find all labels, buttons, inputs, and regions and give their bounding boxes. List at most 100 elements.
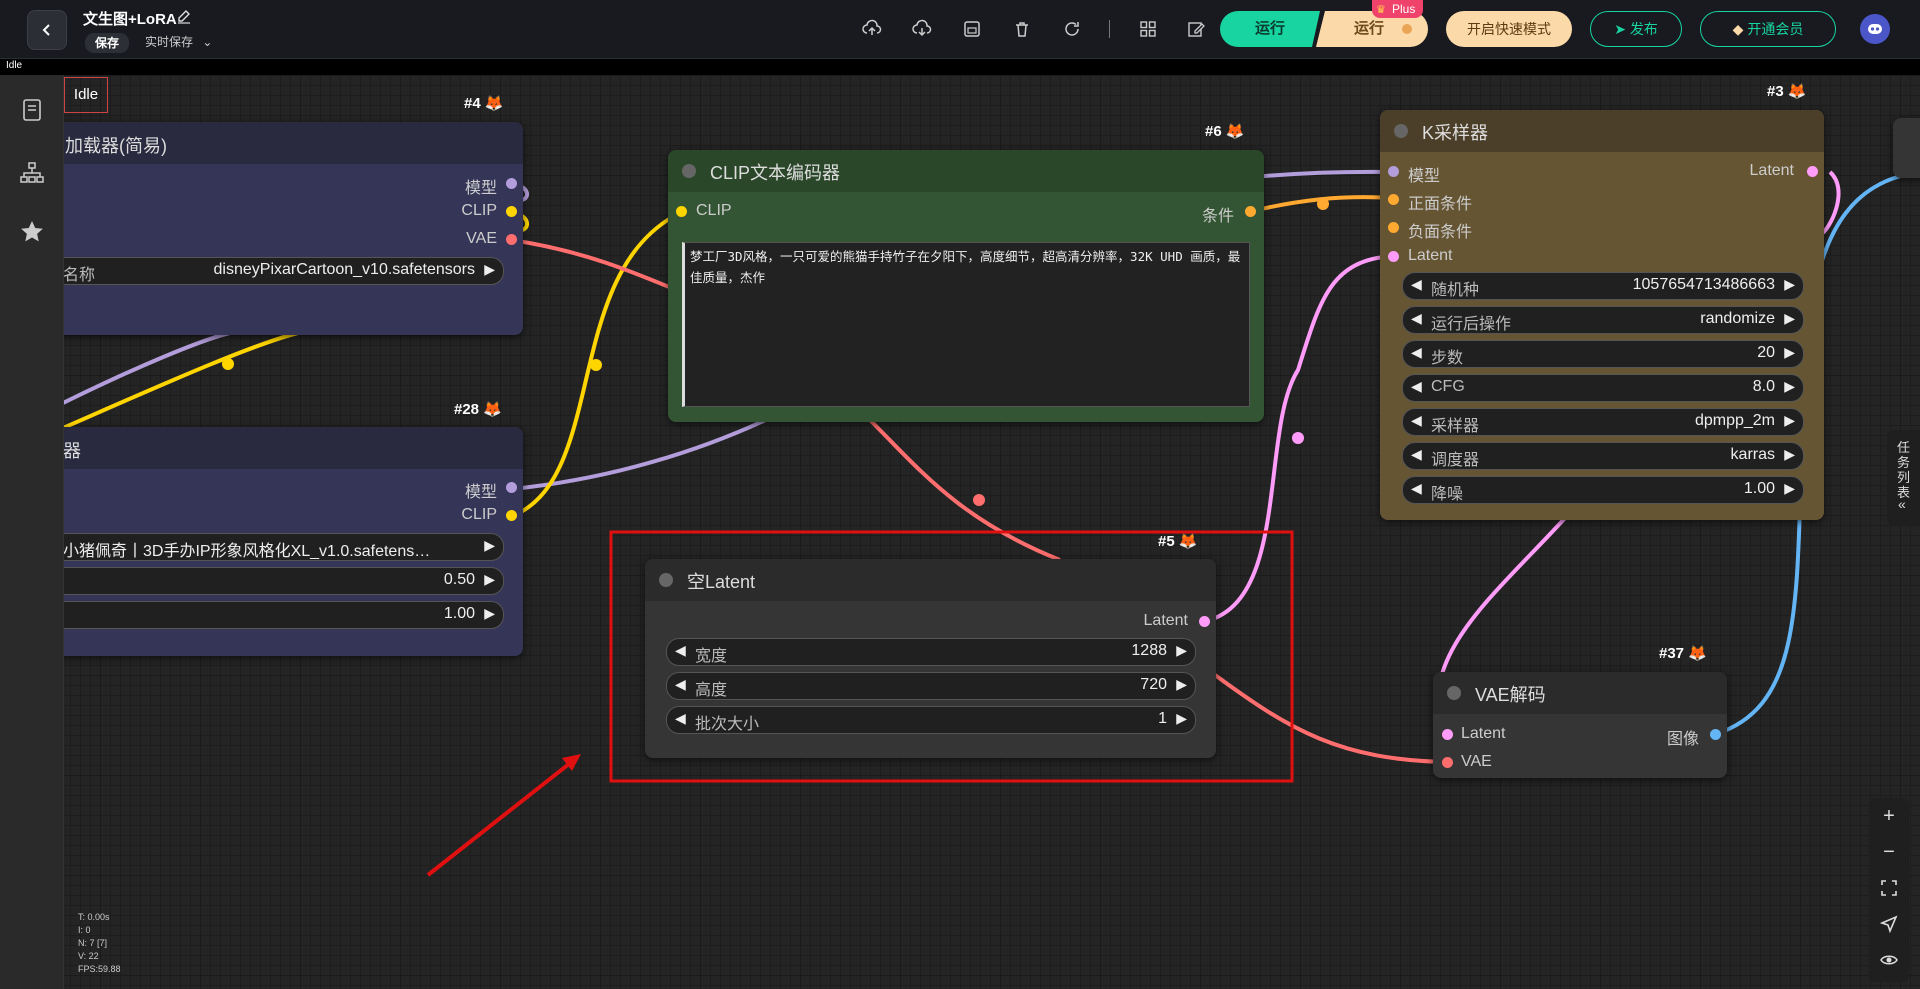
save-button[interactable]: 保存 (85, 33, 130, 53)
zoom-in-icon[interactable]: + (1879, 806, 1899, 826)
strength-model-widget[interactable]: 0.50 ▶ (40, 567, 504, 595)
membership-button[interactable]: ◆ 开通会员 (1700, 11, 1836, 47)
render-stats: T: 0.00s I: 0 N: 7 [7] V: 22 FPS:59.88 (78, 911, 121, 976)
upload-icon[interactable] (862, 19, 882, 39)
batch-size-widget[interactable]: ◀ 批次大小 1 ▶ (666, 706, 1196, 734)
arrow-left-icon[interactable]: ◀ (1411, 412, 1422, 429)
arrow-left-icon[interactable]: ◀ (675, 642, 686, 659)
input-latent-port[interactable] (1442, 729, 1453, 740)
fit-view-icon[interactable] (1879, 878, 1899, 898)
save-api-icon[interactable] (962, 19, 982, 39)
node-collapse-dot[interactable] (682, 164, 696, 178)
send-icon: ➤ (1614, 21, 1626, 37)
arrow-left-icon[interactable]: ◀ (1411, 378, 1422, 395)
edit-pencil-icon[interactable] (176, 8, 192, 24)
refresh-icon[interactable] (1062, 19, 1082, 39)
arrow-right-icon[interactable]: ▶ (484, 537, 495, 554)
zoom-out-icon[interactable]: − (1879, 842, 1899, 862)
node-collapse-dot[interactable] (1447, 686, 1461, 700)
avatar[interactable] (1860, 14, 1890, 44)
prompt-textarea[interactable]: 梦工厂3D风格，一只可爱的熊猫手持竹子在夕阳下，高度细节，超高清分辨率，32K … (682, 242, 1250, 407)
input-positive-port[interactable] (1388, 194, 1399, 205)
arrow-left-icon[interactable]: ◀ (1411, 344, 1422, 361)
arrow-left-icon[interactable]: ◀ (675, 676, 686, 693)
arrow-left-icon[interactable]: ◀ (1411, 446, 1422, 463)
node-offscreen-partial[interactable] (1893, 118, 1920, 178)
node-header[interactable] (30, 427, 523, 469)
arrow-right-icon[interactable]: ▶ (484, 605, 495, 622)
output-latent-port[interactable] (1807, 166, 1818, 177)
input-latent-port[interactable] (1388, 251, 1399, 262)
node-clip-text-encoder[interactable]: CLIP文本编码器 CLIP 条件 梦工厂3D风格，一只可爱的熊猫手持竹子在夕阳… (668, 150, 1264, 422)
arrow-right-icon[interactable]: ▶ (1784, 412, 1795, 429)
star-icon[interactable] (19, 219, 45, 245)
output-vae-port[interactable] (506, 234, 517, 245)
node-title: VAE解码 (1475, 685, 1546, 705)
arrow-left-icon[interactable]: ◀ (1411, 480, 1422, 497)
node-empty-latent[interactable]: 空Latent Latent ◀ 宽度 1288 ▶ ◀ 高度 720 ▶ ◀ … (645, 559, 1216, 758)
input-model-port[interactable] (1388, 166, 1399, 177)
arrow-right-icon[interactable]: ▶ (1784, 480, 1795, 497)
arrow-left-icon[interactable]: ◀ (1411, 276, 1422, 293)
output-model-port[interactable] (506, 178, 517, 189)
arrow-right-icon[interactable]: ▶ (1784, 310, 1795, 327)
steps-widget[interactable]: ◀ 步数 20 ▶ (1402, 340, 1804, 368)
locate-icon[interactable] (1879, 914, 1899, 934)
arrow-left-icon[interactable]: ◀ (675, 710, 686, 727)
arrow-right-icon[interactable]: ▶ (1784, 446, 1795, 463)
task-list-tab[interactable]: 任务列表 « (1887, 430, 1920, 525)
node-checkpoint-loader[interactable]: 加载器(简易) 模型 CLIP VAE 名称 disneyPixarCartoo… (30, 122, 523, 335)
input-vae-label: VAE (1461, 753, 1492, 770)
ckpt-name-widget[interactable]: 名称 disneyPixarCartoon_v10.safetensors ▶ (40, 257, 504, 285)
input-vae-port[interactable] (1442, 757, 1453, 768)
scheduler-widget[interactable]: ◀ 调度器 karras ▶ (1402, 442, 1804, 470)
grid-icon[interactable] (1138, 19, 1158, 39)
node-vae-decode[interactable]: VAE解码 Latent VAE 图像 (1433, 672, 1727, 778)
book-icon[interactable] (19, 97, 45, 123)
arrow-right-icon[interactable]: ▶ (1176, 710, 1187, 727)
arrow-right-icon[interactable]: ▶ (1784, 378, 1795, 395)
delete-icon[interactable] (1012, 19, 1032, 39)
widget-value: 0.50 (443, 571, 475, 588)
hierarchy-icon[interactable] (19, 160, 45, 186)
arrow-right-icon[interactable]: ▶ (1784, 276, 1795, 293)
lora-name-widget[interactable]: 小猪佩奇丨3D手办IP形象风格化XL_v1.0.safetens… ▶ (40, 533, 504, 561)
input-negative-port[interactable] (1388, 222, 1399, 233)
autosave-dropdown[interactable]: 实时保存 ⌄ (145, 33, 212, 51)
output-image-port[interactable] (1710, 729, 1721, 740)
arrow-right-icon[interactable]: ▶ (1176, 642, 1187, 659)
node-ksampler[interactable]: K采样器 模型 正面条件 负面条件 Latent Latent ◀ 随机种 10… (1380, 110, 1824, 520)
output-model-port[interactable] (506, 482, 517, 493)
arrow-right-icon[interactable]: ▶ (1784, 344, 1795, 361)
edit-note-icon[interactable] (1186, 19, 1206, 39)
height-widget[interactable]: ◀ 高度 720 ▶ (666, 672, 1196, 700)
arrow-right-icon[interactable]: ▶ (484, 571, 495, 588)
output-vae-label: VAE (466, 230, 497, 247)
output-clip-port[interactable] (506, 510, 517, 521)
arrow-right-icon[interactable]: ▶ (484, 261, 495, 278)
width-widget[interactable]: ◀ 宽度 1288 ▶ (666, 638, 1196, 666)
node-collapse-dot[interactable] (659, 573, 673, 587)
back-button[interactable] (27, 10, 67, 50)
denoise-widget[interactable]: ◀ 降噪 1.00 ▶ (1402, 476, 1804, 504)
chevron-down-icon: ⌄ (202, 35, 213, 49)
node-collapse-dot[interactable] (1394, 124, 1408, 138)
output-conditioning-port[interactable] (1245, 206, 1256, 217)
download-icon[interactable] (912, 19, 932, 39)
output-latent-port[interactable] (1199, 616, 1210, 627)
sampler-widget[interactable]: ◀ 采样器 dpmpp_2m ▶ (1402, 408, 1804, 436)
arrow-right-icon[interactable]: ▶ (1176, 676, 1187, 693)
input-clip-port[interactable] (676, 206, 687, 217)
publish-button[interactable]: ➤ 发布 (1590, 11, 1682, 47)
eye-icon[interactable] (1879, 950, 1899, 970)
fast-mode-button[interactable]: 开启快速模式 (1446, 11, 1572, 47)
diamond-icon: ◆ (1732, 21, 1744, 37)
run-button[interactable]: 运行 (1220, 11, 1320, 47)
output-clip-port[interactable] (506, 206, 517, 217)
seed-widget[interactable]: ◀ 随机种 1057654713486663 ▶ (1402, 272, 1804, 300)
strength-clip-widget[interactable]: 1.00 ▶ (40, 601, 504, 629)
node-lora-loader[interactable]: 器 模型 CLIP 小猪佩奇丨3D手办IP形象风格化XL_v1.0.safete… (30, 427, 523, 656)
cfg-widget[interactable]: ◀ CFG 8.0 ▶ (1402, 374, 1804, 402)
arrow-left-icon[interactable]: ◀ (1411, 310, 1422, 327)
control-after-generate-widget[interactable]: ◀ 运行后操作 randomize ▶ (1402, 306, 1804, 334)
